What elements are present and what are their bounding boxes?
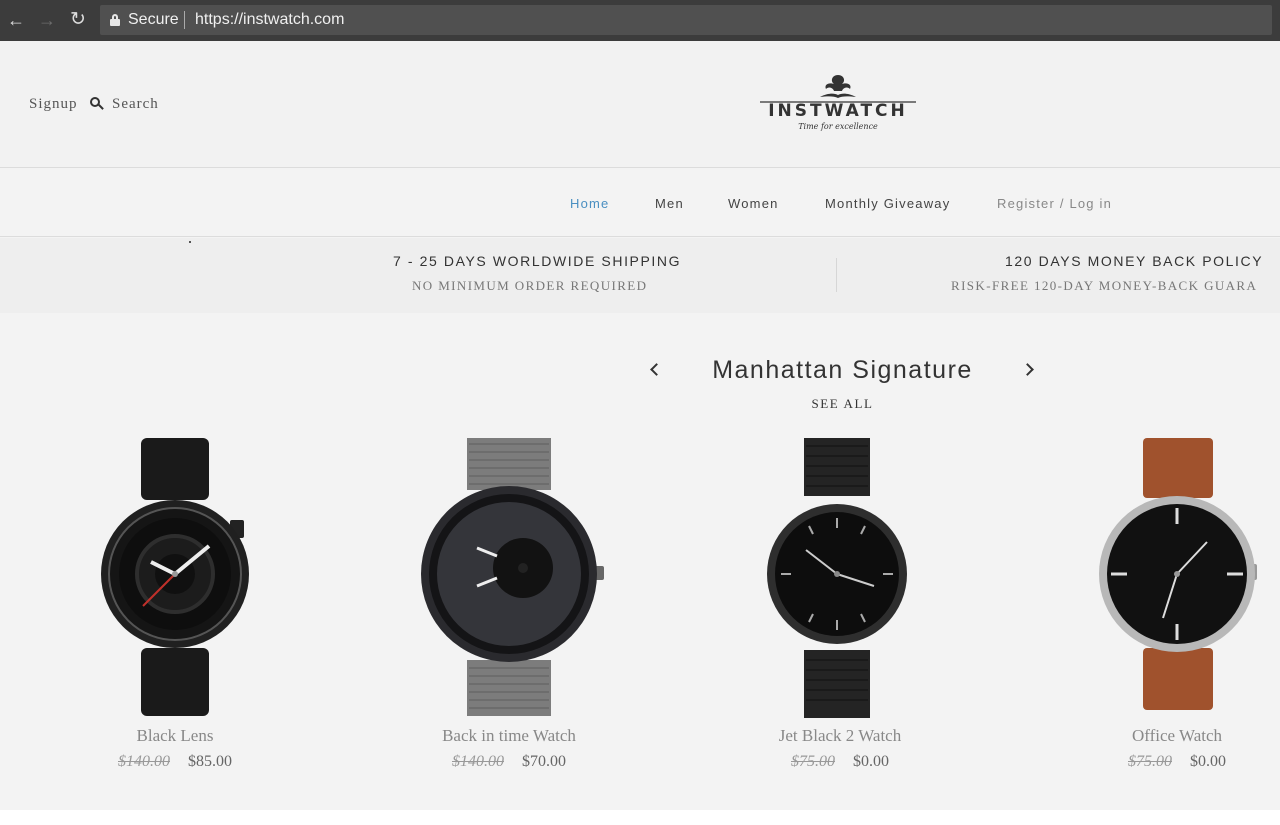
product-old-price: $75.00: [1128, 753, 1172, 770]
product-prices: $140.00 $70.00: [379, 753, 639, 771]
product-name[interactable]: Jet Black 2 Watch: [710, 726, 970, 746]
product-prices: $140.00 $85.00: [45, 753, 305, 771]
collection-section: Manhattan Signature SEE ALL Black Lens $…: [0, 314, 1280, 810]
product-name[interactable]: Back in time Watch: [379, 726, 639, 746]
logo-tagline: Time for excellence: [798, 122, 878, 131]
jet-black-watch-image[interactable]: [710, 438, 970, 718]
black-lens-watch-image[interactable]: [45, 438, 305, 718]
chevron-left-icon[interactable]: [650, 363, 662, 375]
see-all-link[interactable]: SEE ALL: [760, 396, 925, 412]
browser-toolbar: ← → ↻ Secure https://instwatch.com: [0, 0, 1280, 41]
shipping-subtitle: NO MINIMUM ORDER REQUIRED: [412, 278, 648, 293]
benefits-strip: 7 - 25 DAYS WORLDWIDE SHIPPING NO MINIMU…: [0, 238, 1280, 313]
product-price: $85.00: [188, 753, 232, 770]
money-back-subtitle: RISK-FREE 120-DAY MONEY-BACK GUARA: [951, 278, 1258, 293]
benefit-divider: [836, 258, 837, 292]
search-label: Search: [112, 96, 159, 112]
signup-link[interactable]: Signup: [29, 96, 78, 113]
product-card[interactable]: Office Watch $75.00 $0.00: [1017, 438, 1277, 778]
nav-men[interactable]: Men: [655, 196, 684, 211]
logo-wordmark: INSTWATCH: [768, 101, 908, 121]
nav-monthly-giveaway[interactable]: Monthly Giveaway: [825, 196, 950, 211]
back-arrow-icon[interactable]: ←: [6, 10, 26, 30]
product-old-price: $140.00: [118, 753, 170, 770]
shipping-title: 7 - 25 DAYS WORLDWIDE SHIPPING: [393, 253, 682, 269]
product-prices: $75.00 $0.00: [710, 753, 970, 771]
lock-icon: [110, 14, 120, 26]
product-prices: $75.00 $0.00: [1047, 753, 1280, 771]
site-header: Signup Search INSTWATCH Time for excelle…: [0, 41, 1280, 168]
collection-title: Manhattan Signature: [712, 356, 973, 384]
product-old-price: $75.00: [791, 753, 835, 770]
product-old-price: $140.00: [452, 753, 504, 770]
money-back-title: 120 DAYS MONEY BACK POLICY: [1005, 253, 1264, 269]
product-card[interactable]: Black Lens $140.00 $85.00: [45, 438, 305, 778]
site-logo[interactable]: INSTWATCH Time for excellence: [758, 69, 918, 137]
product-price: $70.00: [522, 753, 566, 770]
reload-icon[interactable]: ↻: [68, 10, 88, 30]
forward-arrow-icon[interactable]: →: [37, 10, 57, 30]
product-name[interactable]: Office Watch: [1047, 726, 1280, 746]
decorative-dot: [189, 241, 191, 243]
office-watch-image[interactable]: [1017, 438, 1277, 718]
address-bar[interactable]: Secure https://instwatch.com: [100, 5, 1272, 35]
search-icon: [90, 97, 104, 111]
product-card[interactable]: Jet Black 2 Watch $75.00 $0.00: [710, 438, 970, 778]
back-in-time-watch-image[interactable]: [379, 438, 639, 718]
nav-home[interactable]: Home: [570, 196, 609, 211]
product-name[interactable]: Black Lens: [45, 726, 305, 746]
url-separator: [184, 11, 185, 29]
secure-label: Secure: [128, 11, 179, 28]
main-navigation: Home Men Women Monthly Giveaway Register…: [0, 169, 1280, 237]
nav-register-login[interactable]: Register / Log in: [997, 196, 1112, 211]
chevron-right-icon[interactable]: [1021, 363, 1033, 375]
nav-women[interactable]: Women: [728, 196, 779, 211]
page-bottom: [0, 810, 1280, 825]
product-card[interactable]: Back in time Watch $140.00 $70.00: [379, 438, 639, 778]
product-price: $0.00: [1190, 753, 1226, 770]
product-price: $0.00: [853, 753, 889, 770]
url-text[interactable]: https://instwatch.com: [195, 11, 344, 29]
